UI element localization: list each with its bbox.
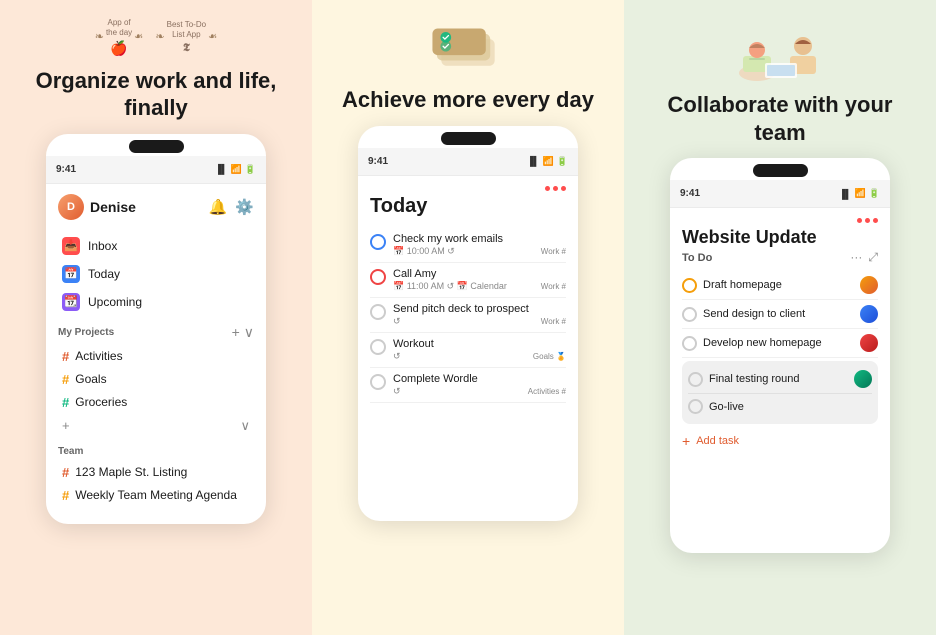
todo-task[interactable]: Draft homepage [682, 271, 878, 300]
app-of-day-badge: ❧ App of the day 🍎 ❧ [95, 18, 144, 57]
nav-today[interactable]: 📅 Today [58, 260, 254, 288]
add-project-icon[interactable]: + [62, 418, 70, 433]
right-panel: Collaborate with your team 9:41 ▐▌ 📶 🔋 W… [624, 0, 936, 635]
task-circle [682, 278, 697, 293]
nav-inbox[interactable]: 📥 Inbox [58, 232, 254, 260]
header-icons: 🔔 ⚙️ [209, 198, 254, 216]
task-item[interactable]: Complete Wordle ↺ Activities # [370, 368, 566, 403]
hash-icon: # [62, 349, 69, 364]
task-avatar [860, 334, 878, 352]
user-row: D Denise 🔔 ⚙️ [58, 194, 254, 220]
task-item[interactable]: Call Amy 📅 11:00 AM ↺ 📅 Calendar Work # [370, 263, 566, 298]
task-avatar [860, 305, 878, 323]
dot-icon [873, 218, 878, 223]
bell-icon[interactable]: 🔔 [209, 198, 228, 216]
task-circle [370, 339, 386, 355]
left-panel-heading: Organize work and life, finally [16, 67, 296, 122]
check-illustration [428, 18, 508, 78]
today-icon: 📅 [62, 265, 80, 283]
todo-label: To Do [682, 252, 712, 264]
project-groceries[interactable]: # Groceries [58, 391, 254, 414]
hash-icon: # [62, 395, 69, 410]
dot-icon [857, 218, 862, 223]
middle-phone-mockup: 9:41 ▐▌ 📶 🔋 Today Check my work emails [358, 126, 578, 521]
status-time-right: 9:41 [680, 188, 700, 199]
todo-section-header: To Do ··· ⤢ [682, 250, 878, 265]
people-illustration [725, 18, 835, 83]
phone-content-mid: Today Check my work emails 📅 10:00 AM ↺ … [358, 176, 578, 521]
my-projects-section: My Projects + ∨ [58, 324, 254, 341]
chevron-down-icon[interactable]: ∨ [244, 324, 254, 341]
more-options-icon[interactable]: ··· [850, 250, 862, 265]
todo-task[interactable]: Final testing round [688, 365, 872, 394]
right-phone-mockup: 9:41 ▐▌ 📶 🔋 Website Update To Do ··· ⤢ [670, 158, 890, 553]
dynamic-island-right [753, 164, 808, 177]
phone-status-bar-mid: 9:41 ▐▌ 📶 🔋 [358, 148, 578, 176]
add-task-row[interactable]: + Add task [682, 427, 878, 455]
highlighted-group: Final testing round Go-live [682, 361, 878, 424]
expand-icon[interactable]: ⤢ [868, 250, 878, 265]
chevron-down-icon-2[interactable]: ∨ [240, 418, 250, 434]
dot-icon [545, 186, 550, 191]
task-circle [682, 336, 697, 351]
add-project-row: + ∨ [58, 414, 254, 438]
team-label: Team [58, 446, 83, 457]
hash-icon: # [62, 465, 69, 480]
task-avatar [860, 276, 878, 294]
task-circle [370, 374, 386, 390]
todo-task[interactable]: Send design to client [682, 300, 878, 329]
task-circle [688, 372, 703, 387]
phone-content-left: D Denise 🔔 ⚙️ 📥 Inbox 📅 Today 📆 Upcoming [46, 184, 266, 524]
todo-task[interactable]: Go-live [688, 394, 872, 420]
status-time-mid: 9:41 [368, 156, 388, 167]
add-icon[interactable]: + [232, 324, 240, 341]
task-avatar [854, 370, 872, 388]
dot-icon [561, 186, 566, 191]
team-item-meeting[interactable]: # Weekly Team Meeting Agenda [58, 484, 254, 507]
dot-icon [553, 186, 558, 191]
project-title: Website Update [682, 227, 878, 248]
my-projects-label: My Projects [58, 327, 114, 338]
team-section: Team [58, 446, 254, 457]
todo-task[interactable]: Develop new homepage [682, 329, 878, 358]
nav-upcoming[interactable]: 📆 Upcoming [58, 288, 254, 316]
phone-status-bar: 9:41 ▐▌ 📶 🔋 [46, 156, 266, 184]
task-item[interactable]: Workout ↺ Goals 🏅 [370, 333, 566, 368]
today-header: Today [370, 195, 566, 218]
middle-panel: Achieve more every day 9:41 ▐▌ 📶 🔋 Today [312, 0, 624, 635]
task-circle [370, 269, 386, 285]
dot-icon [865, 218, 870, 223]
left-phone-mockup: 9:41 ▐▌ 📶 🔋 D Denise 🔔 ⚙️ 📥 Inbox [46, 134, 266, 524]
section-actions: + ∨ [232, 324, 254, 341]
dynamic-island-mid [441, 132, 496, 145]
badges-row: ❧ App of the day 🍎 ❧ ❧ Best To-Do List A… [95, 18, 218, 57]
best-todo-badge: ❧ Best To-Do List App 𝕿 ❧ [155, 20, 217, 55]
username: Denise [90, 199, 209, 215]
inbox-icon: 📥 [62, 237, 80, 255]
project-goals[interactable]: # Goals [58, 368, 254, 391]
gear-icon[interactable]: ⚙️ [235, 198, 254, 216]
task-circle [370, 304, 386, 320]
status-time: 9:41 [56, 164, 76, 175]
task-item[interactable]: Check my work emails 📅 10:00 AM ↺ Work # [370, 228, 566, 263]
dynamic-island [129, 140, 184, 153]
status-icons: ▐▌ 📶 🔋 [215, 164, 256, 175]
task-circle [370, 234, 386, 250]
project-activities[interactable]: # Activities [58, 345, 254, 368]
task-circle [688, 399, 703, 414]
avatar: D [58, 194, 84, 220]
phone-status-bar-right: 9:41 ▐▌ 📶 🔋 [670, 180, 890, 208]
add-task-label: Add task [696, 435, 739, 447]
upcoming-icon: 📆 [62, 293, 80, 311]
right-panel-heading: Collaborate with your team [640, 91, 920, 146]
hash-icon: # [62, 488, 69, 503]
task-item[interactable]: Send pitch deck to prospect ↺ Work # [370, 298, 566, 333]
hash-icon: # [62, 372, 69, 387]
task-circle [682, 307, 697, 322]
add-task-icon: + [682, 433, 690, 449]
team-item-maple[interactable]: # 123 Maple St. Listing [58, 461, 254, 484]
left-panel: ❧ App of the day 🍎 ❧ ❧ Best To-Do List A… [0, 0, 312, 635]
phone-content-right: Website Update To Do ··· ⤢ Draft homepag… [670, 208, 890, 553]
middle-panel-heading: Achieve more every day [342, 86, 594, 114]
